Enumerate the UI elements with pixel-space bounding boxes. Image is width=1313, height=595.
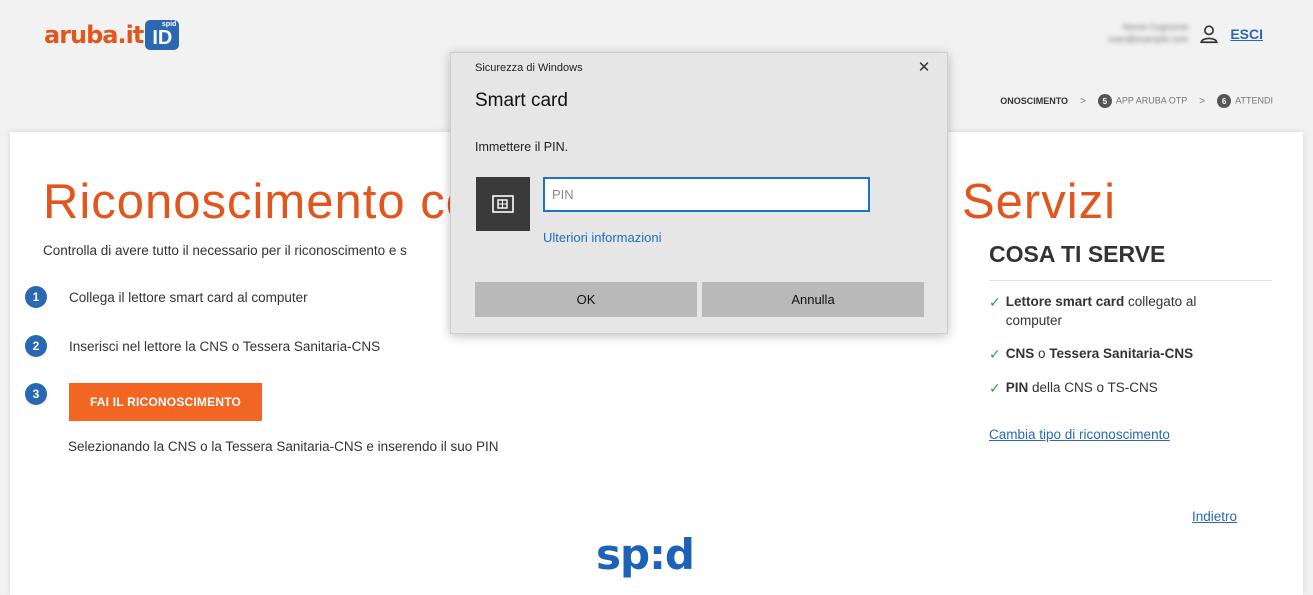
step-number-badge: 2 [25, 335, 47, 357]
step-app-otp: 5 APP ARUBA OTP [1097, 94, 1188, 108]
requirement-pin: ✓ PIN della CNS o TS-CNS [989, 379, 1249, 399]
smart-card-icon [476, 177, 530, 231]
step-number: 5 [1097, 94, 1112, 108]
progress-steps: ONOSCIMENTO > 5 APP ARUBA OTP > 6 ATTEND… [1000, 94, 1273, 108]
requirement-rest: della CNS o TS-CNS [1028, 380, 1158, 395]
check-icon: ✓ [989, 380, 1001, 396]
requirement-mid: o [1034, 346, 1050, 361]
requirements-title: COSA TI SERVE [989, 241, 1166, 267]
requirement-bold: CNS [1005, 346, 1035, 361]
user-email-line: user@example.com [1108, 33, 1189, 44]
services-title: Servizi [962, 175, 1117, 229]
dialog-title: Smart card [475, 90, 568, 111]
step-number: 6 [1217, 94, 1232, 108]
user-box: Nome Cognome user@example.com ESCI [1108, 22, 1263, 45]
page-title: Riconoscimento co [43, 175, 474, 229]
page-subtitle: Controlla di avere tutto il necessario p… [43, 243, 407, 258]
check-icon: ✓ [989, 294, 1001, 310]
spid-id-badge: spid ID [145, 20, 180, 50]
dialog-caption: Sicurezza di Windows [475, 62, 583, 74]
ok-button[interactable]: OK [475, 282, 697, 317]
step-separator: > [1080, 95, 1086, 107]
user-name-line: Nome Cognome [1122, 22, 1189, 32]
step-number-badge: 3 [25, 383, 47, 405]
cta-note: Selezionando la CNS o la Tessera Sanitar… [68, 439, 499, 454]
change-method-link[interactable]: Cambia tipo di riconoscimento [989, 427, 1170, 442]
smart-card-glyph [492, 195, 514, 213]
logo-text: aruba.it [44, 21, 144, 49]
start-recognition-button[interactable]: FAI IL RICONOSCIMENTO [69, 383, 262, 421]
logout-link[interactable]: ESCI [1230, 26, 1263, 42]
step-label: ATTENDI [1235, 95, 1273, 106]
cancel-button[interactable]: Annulla [702, 282, 924, 317]
back-link[interactable]: Indietro [1192, 509, 1237, 524]
step-text: Collega il lettore smart card al compute… [69, 289, 308, 305]
user-name-blurred: Nome Cognome user@example.com [1108, 22, 1188, 45]
requirement-bold: Lettore smart card [1005, 294, 1125, 309]
more-info-link[interactable]: Ulteriori informazioni [543, 230, 661, 245]
spid-logo: sp:d [596, 530, 695, 579]
requirement-reader: ✓ Lettore smart card collegato al comput… [989, 293, 1249, 331]
badge-text: ID [152, 27, 173, 49]
instruction-step-1: 1 Collega il lettore smart card al compu… [25, 286, 308, 308]
divider [989, 280, 1272, 281]
requirement-text: CNS o Tessera Sanitaria-CNS [1006, 345, 1193, 364]
requirement-text: Lettore smart card collegato al computer [1006, 293, 1249, 331]
dialog-prompt: Immettere il PIN. [475, 140, 569, 154]
step-text: Inserisci nel lettore la CNS o Tessera S… [69, 338, 381, 354]
user-icon [1200, 25, 1219, 43]
requirement-card: ✓ CNS o Tessera Sanitaria-CNS [989, 345, 1249, 365]
instruction-step-3: 3 [25, 383, 47, 405]
check-icon: ✓ [989, 346, 1001, 362]
pin-input[interactable] [543, 177, 870, 212]
close-icon[interactable]: ✕ [911, 56, 937, 78]
windows-security-dialog: Sicurezza di Windows ✕ Smart card Immett… [450, 52, 948, 334]
step-number-badge: 1 [25, 286, 47, 308]
requirement-text: PIN della CNS o TS-CNS [1006, 379, 1158, 398]
instruction-step-2: 2 Inserisci nel lettore la CNS o Tessera… [25, 335, 380, 357]
requirement-bold: Tessera Sanitaria-CNS [1049, 346, 1194, 361]
step-attendi: 6 ATTENDI [1217, 94, 1273, 108]
step-separator: > [1199, 95, 1206, 107]
step-current: ONOSCIMENTO [1000, 96, 1069, 106]
aruba-logo[interactable]: aruba.it spid ID [44, 20, 180, 50]
badge-small-text: spid [161, 21, 177, 28]
step-label: APP ARUBA OTP [1115, 95, 1188, 106]
requirement-bold: PIN [1005, 380, 1029, 395]
